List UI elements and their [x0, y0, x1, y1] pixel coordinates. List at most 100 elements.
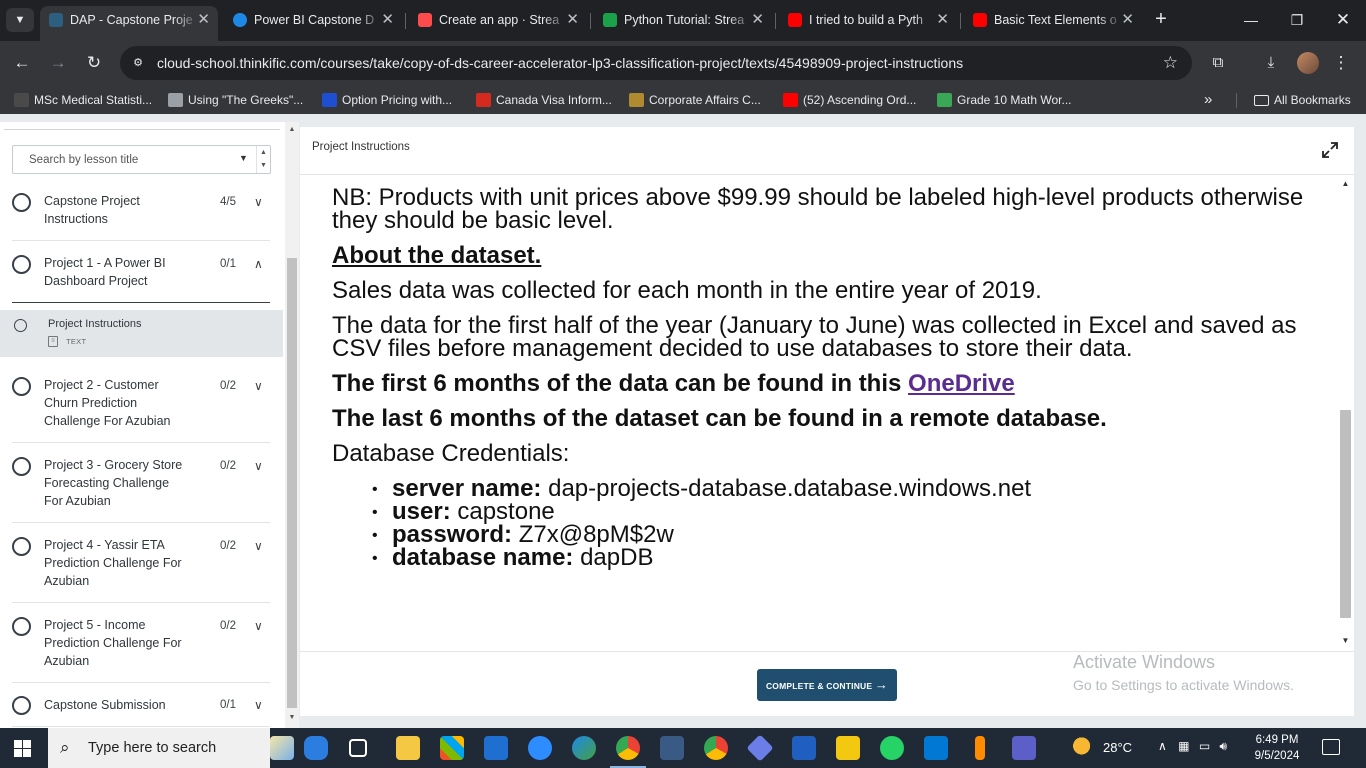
bookmark-item[interactable]: Canada Visa Inform... — [476, 86, 612, 114]
bullet-icon: • — [372, 527, 378, 545]
whatsapp-icon[interactable] — [880, 736, 904, 760]
lesson-item-project-instructions[interactable]: Project Instructions ≡ TEXT — [0, 310, 283, 357]
scroll-up-arrow-icon[interactable]: ▲ — [1340, 179, 1351, 188]
chapter-count: 0/2 — [220, 620, 236, 632]
chapter-project-3[interactable]: Project 3 - Grocery Store Forecasting Ch… — [12, 443, 270, 523]
tab-title: Power BI Capstone D — [254, 13, 375, 27]
edge-icon[interactable] — [572, 736, 596, 760]
close-tab-icon[interactable]: ✕ — [197, 6, 210, 34]
menu-kebab-icon[interactable]: ⋮ — [1328, 50, 1354, 76]
tab-streamlit-create[interactable]: Create an app · Strea ✕ — [409, 6, 587, 41]
chrome-profile-icon[interactable] — [704, 736, 728, 760]
snipping-tool-icon[interactable] — [660, 736, 684, 760]
caret-down-icon[interactable]: ▼ — [239, 153, 248, 163]
notifications-icon[interactable] — [1322, 739, 1340, 755]
bookmark-star-icon[interactable]: ☆ — [1163, 46, 1178, 80]
url-text[interactable]: cloud-school.thinkific.com/courses/take/… — [157, 46, 963, 80]
copilot-icon[interactable] — [746, 734, 774, 762]
tab-youtube-2[interactable]: Basic Text Elements o ✕ — [964, 6, 1142, 41]
reload-button[interactable]: ↻ — [81, 50, 107, 76]
tab-python-tutorial[interactable]: Python Tutorial: Strea ✕ — [594, 6, 772, 41]
minimize-button[interactable]: — — [1228, 6, 1274, 34]
back-button[interactable]: ← — [9, 50, 35, 76]
chapter-project-5[interactable]: Project 5 - Income Prediction Challenge … — [12, 603, 270, 683]
close-window-button[interactable]: ✕ — [1320, 6, 1366, 34]
chapter-project-2[interactable]: Project 2 - Customer Churn Prediction Ch… — [12, 363, 270, 443]
download-icon[interactable]: ⤓ — [1258, 50, 1284, 76]
task-view-icon[interactable] — [349, 739, 367, 757]
chapter-capstone-submission[interactable]: Capstone Submission 0/1 ∨ — [12, 683, 270, 727]
onedrive-link[interactable]: OneDrive — [908, 370, 1015, 397]
tab-youtube-1[interactable]: I tried to build a Pyth ✕ — [779, 6, 957, 41]
tab-separator — [775, 13, 776, 29]
vscode-icon[interactable] — [924, 736, 948, 760]
tab-power-bi[interactable]: Power BI Capstone D ✕ — [224, 6, 402, 41]
store-icon[interactable] — [440, 736, 464, 760]
chrome-icon[interactable] — [610, 736, 646, 768]
chapter-capstone-instructions[interactable]: Capstone Project Instructions 4/5 ∨ — [12, 181, 270, 241]
content-scroll-thumb[interactable] — [1340, 410, 1351, 618]
tab-dap-capstone[interactable]: DAP - Capstone Proje ✕ — [40, 6, 218, 41]
chapter-project-4[interactable]: Project 4 - Yassir ETA Prediction Challe… — [12, 523, 270, 603]
chevron-down-icon[interactable]: ∨ — [254, 539, 263, 553]
close-tab-icon[interactable]: ✕ — [936, 6, 949, 34]
chevron-up-icon[interactable]: ∧ — [1158, 739, 1167, 753]
close-tab-icon[interactable]: ✕ — [566, 6, 579, 34]
bookmark-item[interactable]: Option Pricing with... — [322, 86, 452, 114]
scroll-down-arrow-icon[interactable]: ▼ — [1340, 636, 1351, 645]
sidebar-scroll-thumb[interactable] — [287, 258, 297, 708]
scroll-down-arrow-icon[interactable]: ▼ — [285, 714, 299, 721]
bookmark-item[interactable]: Grade 10 Math Wor... — [937, 86, 1072, 114]
complete-continue-button[interactable]: COMPLETE & CONTINUE → — [757, 669, 897, 701]
chevron-down-icon[interactable]: ∨ — [254, 698, 263, 712]
bookmark-item[interactable]: MSc Medical Statisti... — [14, 86, 152, 114]
site-info-icon[interactable]: ⚙ — [130, 55, 146, 71]
bookmark-item[interactable]: (52) Ascending Ord... — [783, 86, 916, 114]
chevron-down-icon[interactable]: ∨ — [254, 195, 263, 209]
expand-icon[interactable] — [1320, 140, 1340, 160]
chevron-down-icon[interactable]: ∨ — [254, 459, 263, 473]
windows-start-icon[interactable] — [14, 740, 31, 757]
close-tab-icon[interactable]: ✕ — [381, 6, 394, 34]
content-scrollbar[interactable]: ▲ ▼ — [1336, 176, 1354, 650]
dropbox-icon[interactable] — [792, 736, 816, 760]
volume-icon[interactable]: 🔊︎ — [1220, 739, 1228, 753]
taskbar-clock[interactable]: 6:49 PM 9/5/2024 — [1254, 732, 1300, 764]
battery-icon[interactable]: ▭ — [1199, 739, 1210, 753]
first-6-months-paragraph: The first 6 months of the data can be fo… — [332, 370, 1317, 397]
lesson-search[interactable]: ▼ ▲▼ — [12, 145, 271, 174]
bookmark-item[interactable]: Using "The Greeks"... — [168, 86, 303, 114]
all-bookmarks[interactable]: All Bookmarks — [1254, 86, 1351, 114]
network-icon[interactable]: ▦ — [1178, 739, 1189, 753]
profile-avatar[interactable] — [1297, 52, 1319, 74]
bookmarks-overflow-chevron-icon[interactable]: » — [1204, 86, 1212, 114]
teams-icon[interactable] — [1012, 736, 1036, 760]
search-icon: ⌕ — [60, 738, 70, 757]
app-icon[interactable] — [975, 736, 985, 760]
stepper-icon[interactable]: ▲ ▼ — [256, 146, 270, 173]
taskbar-search-box[interactable]: ⌕ Type here to search — [48, 728, 270, 768]
tab-search-button[interactable]: ▼ — [6, 8, 34, 32]
extensions-icon[interactable]: ⧉ — [1205, 50, 1231, 76]
close-tab-icon[interactable]: ✕ — [1121, 6, 1134, 34]
scroll-up-arrow-icon[interactable]: ▲ — [285, 126, 299, 133]
lesson-search-input[interactable] — [13, 146, 235, 173]
power-bi-icon[interactable] — [836, 736, 860, 760]
chevron-down-icon[interactable]: ∨ — [254, 379, 263, 393]
maple-leaf-icon — [476, 93, 491, 107]
address-bar[interactable]: ⚙ cloud-school.thinkific.com/courses/tak… — [120, 46, 1192, 80]
widget-app-icon[interactable] — [304, 736, 328, 760]
file-explorer-icon[interactable] — [396, 736, 420, 760]
new-tab-button[interactable]: + — [1150, 8, 1172, 30]
chapter-project-1[interactable]: Project 1 - A Power BI Dashboard Project… — [12, 241, 270, 303]
mail-icon[interactable] — [484, 736, 508, 760]
sidebar-scrollbar[interactable]: ▲ ▼ — [285, 122, 299, 728]
chevron-down-icon[interactable]: ∨ — [254, 619, 263, 633]
chevron-up-icon[interactable]: ∧ — [254, 257, 263, 271]
restore-button[interactable]: ❐ — [1274, 6, 1320, 34]
copilot-pen-icon[interactable] — [270, 736, 294, 760]
zoom-icon[interactable] — [528, 736, 552, 760]
bookmark-item[interactable]: Corporate Affairs C... — [629, 86, 761, 114]
forward-button[interactable]: → — [45, 50, 71, 76]
close-tab-icon[interactable]: ✕ — [751, 6, 764, 34]
